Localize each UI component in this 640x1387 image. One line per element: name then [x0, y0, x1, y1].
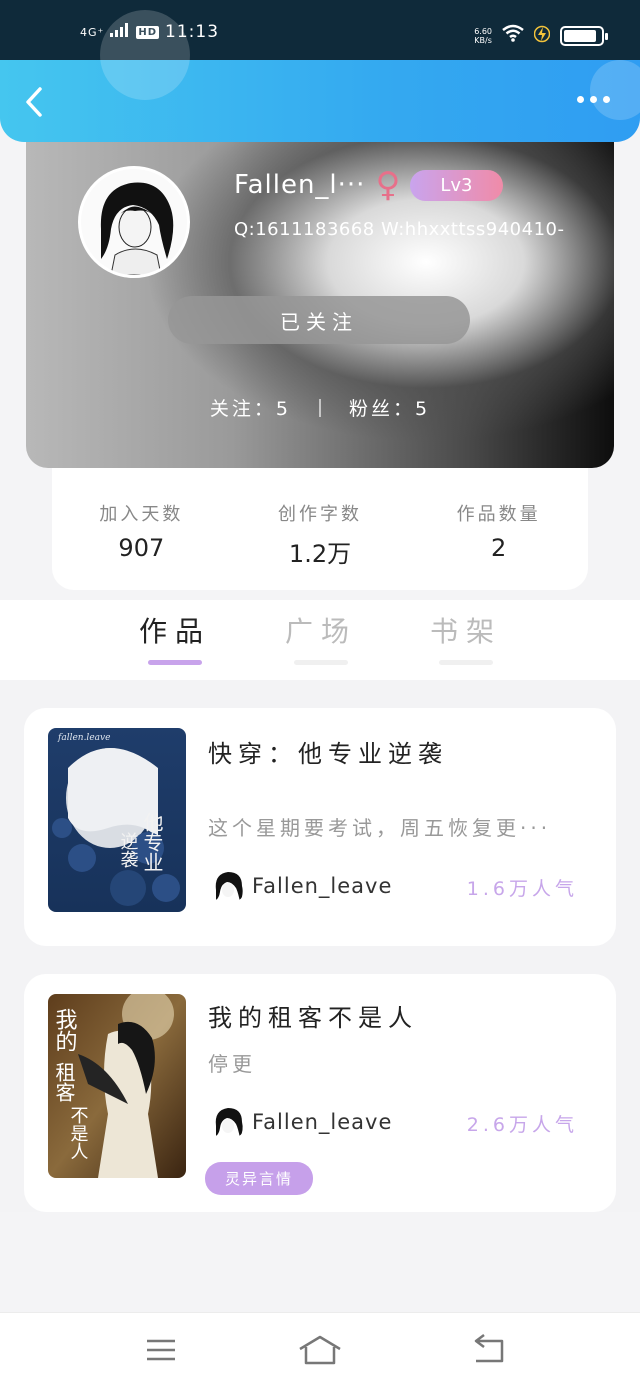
charging-icon [533, 25, 551, 47]
author-name: Fallen_leave [252, 874, 393, 898]
stat-word-count: 创作字数 1.2万 [231, 500, 410, 590]
works-list: fallen.leave 他专业 逆袭 快穿：他专业逆袭 这个星期要考试，周五恢… [0, 680, 640, 1212]
username: Fallen_l··· [234, 170, 366, 200]
author-row[interactable]: Fallen_leave [210, 868, 392, 904]
tab-label: 作品 [138, 615, 211, 648]
stat-value: 907 [118, 534, 165, 562]
book-description: 这个星期要考试，周五恢复更··· [208, 816, 552, 840]
book-title[interactable]: 快穿：他专业逆袭 [208, 734, 448, 769]
stat-label: 作品数量 [456, 504, 541, 525]
speed-unit: KB/s [474, 35, 492, 45]
contact-info: Q:1611183668 W:hhxxttss940410- [234, 219, 565, 240]
tab-label: 广场 [284, 615, 357, 648]
tab-indicator [439, 660, 493, 665]
battery-icon [560, 25, 608, 46]
author-avatar [210, 868, 246, 904]
popularity: 1.6万人气 [466, 878, 578, 900]
follow-button[interactable]: 已关注 [168, 296, 470, 344]
author-name: Fallen_leave [252, 1110, 393, 1134]
svg-text:我的: 我的 [52, 1008, 78, 1052]
name-row: Fallen_l··· ♀ Lv3 [234, 168, 503, 202]
stat-join-days: 加入天数 907 [52, 500, 231, 590]
menu-icon[interactable] [144, 1333, 178, 1371]
tab-bookshelf[interactable]: 书架 [421, 610, 511, 665]
more-dot [590, 96, 597, 103]
svg-text:租客: 租客 [52, 1062, 76, 1102]
tab-bar: 作品 广场 书架 [0, 600, 640, 680]
fans-count[interactable]: 粉丝：5 [349, 394, 430, 421]
author-row[interactable]: Fallen_leave [210, 1104, 392, 1140]
book-title[interactable]: 我的租客不是人 [208, 998, 418, 1033]
cover-label: fallen.leave [57, 733, 110, 743]
following-count[interactable]: 关注：5 [210, 394, 291, 421]
follow-counts: 关注：5 粉丝：5 [26, 394, 614, 421]
stat-value: 1.2万 [288, 540, 352, 568]
tab-indicator [294, 660, 348, 665]
stat-label: 创作字数 [278, 504, 362, 525]
network-indicator: 4G⁺ [80, 25, 105, 39]
book-cover[interactable]: fallen.leave 他专业 逆袭 [48, 728, 186, 912]
svg-text:他专业: 他专业 [140, 812, 164, 872]
wifi-icon [502, 24, 524, 47]
more-icon[interactable] [577, 96, 610, 103]
female-icon: ♀ [375, 165, 401, 205]
network-speed: 6.60 KB/s [474, 27, 492, 45]
author-avatar [210, 1104, 246, 1140]
tab-square[interactable]: 广场 [276, 610, 366, 665]
stat-value: 2 [491, 534, 507, 562]
more-dot [577, 96, 584, 103]
stat-label: 加入天数 [99, 504, 184, 525]
book-card[interactable]: 我的 租客 不是人 我的租客不是人 停更 Fallen_leave 2.6万人气… [24, 974, 616, 1212]
tab-works[interactable]: 作品 [130, 610, 220, 665]
system-nav-bar [0, 1312, 640, 1387]
speed-value: 6.60 [474, 26, 492, 36]
decor-bubble [100, 10, 190, 100]
tab-label: 书架 [429, 615, 502, 648]
book-card[interactable]: fallen.leave 他专业 逆袭 快穿：他专业逆袭 这个星期要考试，周五恢… [24, 708, 616, 946]
back-icon[interactable] [22, 86, 50, 118]
svg-text:逆袭: 逆袭 [118, 832, 139, 868]
decor-bubble [590, 60, 640, 120]
battery-level [564, 29, 597, 42]
stats-card: 加入天数 907 创作字数 1.2万 作品数量 2 [52, 468, 588, 590]
home-icon[interactable] [298, 1333, 342, 1371]
back-nav-icon[interactable] [470, 1333, 506, 1371]
app-header [0, 10, 640, 142]
status-right: 6.60 KB/s [474, 24, 608, 47]
stat-works-count: 作品数量 2 [409, 500, 588, 590]
status-bar: 4G⁺ HD 11:13 6.60 KB/s [0, 0, 640, 60]
book-cover[interactable]: 我的 租客 不是人 [48, 994, 186, 1178]
divider [319, 398, 321, 417]
more-dot [603, 96, 610, 103]
svg-text:不是人: 不是人 [68, 1106, 89, 1160]
genre-tag[interactable]: 灵异言情 [205, 1162, 314, 1195]
tab-indicator [148, 660, 202, 665]
popularity: 2.6万人气 [466, 1114, 578, 1136]
level-badge: Lv3 [410, 169, 503, 201]
profile-card: Fallen_l··· ♀ Lv3 Q:1611183668 W:hhxxtts… [26, 142, 614, 468]
book-description: 停更 [208, 1052, 256, 1076]
avatar[interactable] [78, 166, 190, 278]
